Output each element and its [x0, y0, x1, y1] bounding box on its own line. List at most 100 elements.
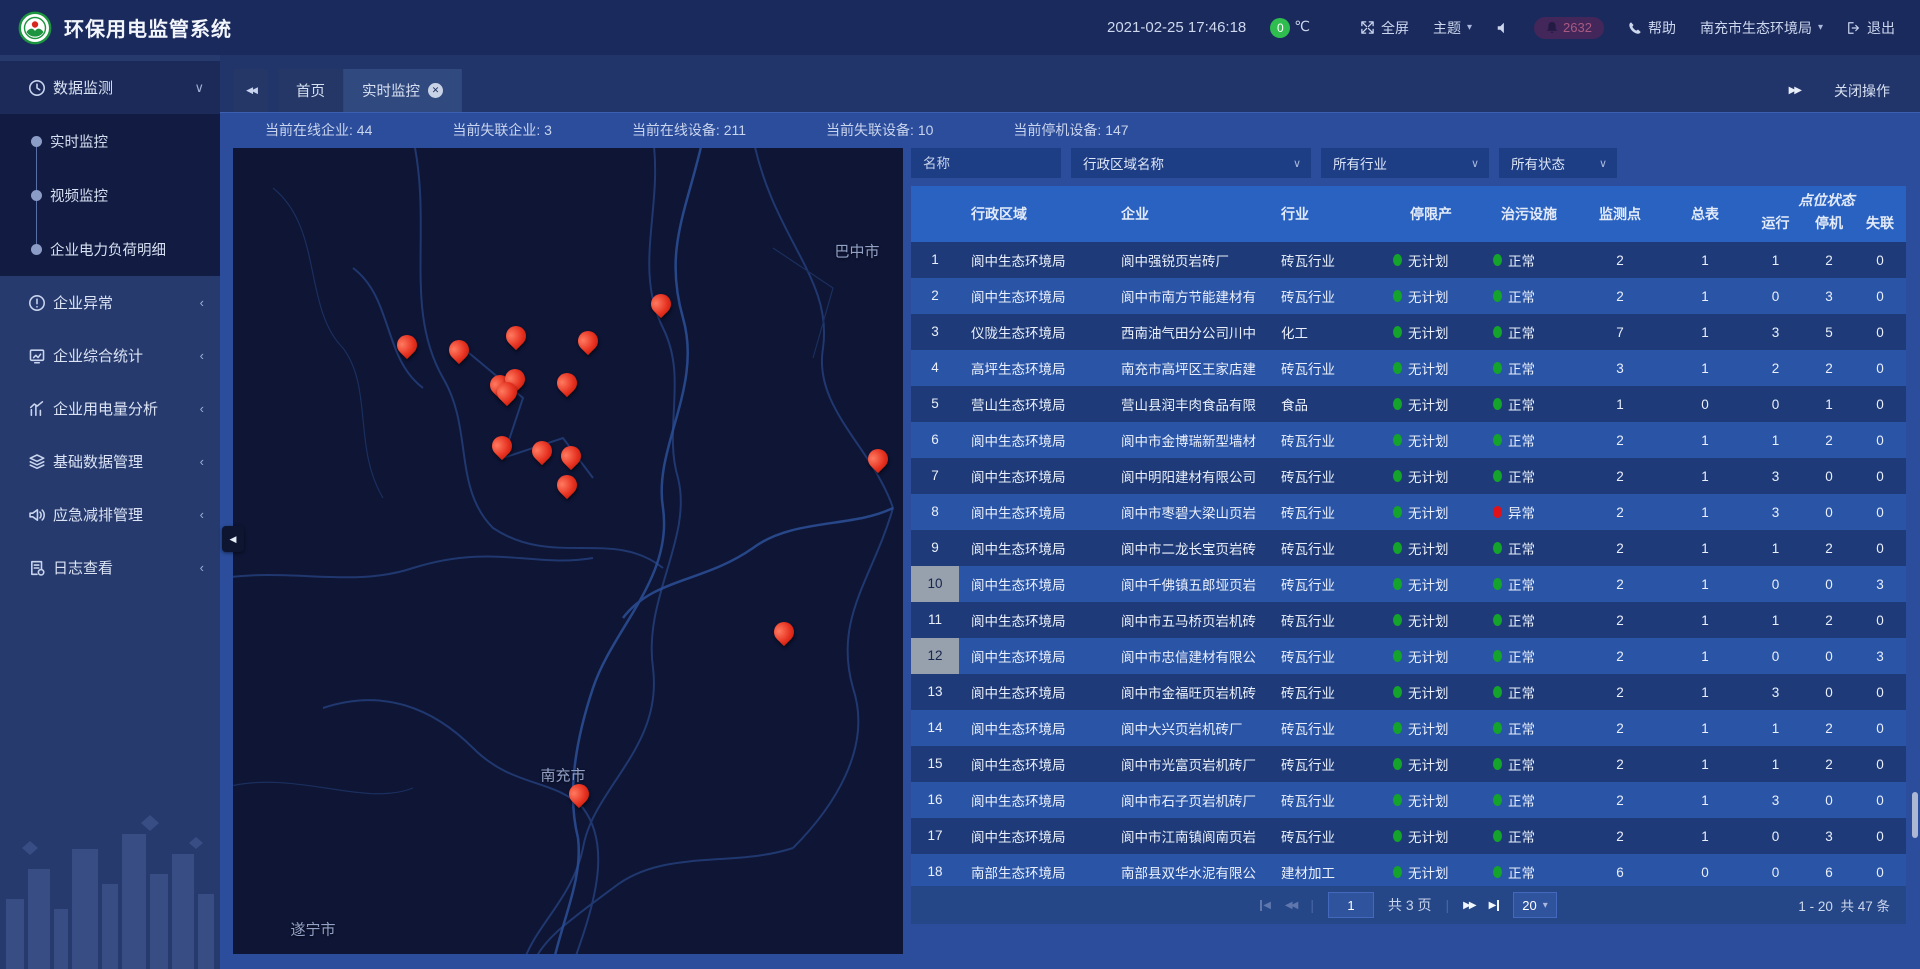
- next-page-button[interactable]: ▶▶: [1463, 900, 1474, 911]
- sidebar-item-base-data-management[interactable]: 基础数据管理 ‹: [0, 435, 220, 488]
- sound-toggle[interactable]: [1496, 21, 1510, 35]
- first-page-button[interactable]: ◀: [1260, 900, 1271, 911]
- row-index: 18: [911, 854, 959, 886]
- row-running: 1: [1747, 757, 1804, 772]
- row-pollution-facility: 正常: [1508, 826, 1535, 846]
- tab-home[interactable]: 首页: [278, 69, 344, 112]
- row-enterprise: 阆中大兴页岩机砖厂: [1109, 718, 1269, 738]
- sidebar-item-power-usage-analysis[interactable]: 企业用电量分析 ‹: [0, 382, 220, 435]
- tabs-scroll-left-button[interactable]: ◀◀: [234, 69, 268, 112]
- row-industry: 建材加工: [1269, 862, 1381, 882]
- sidebar: 数据监测 ∨ 实时监控 视频监控 企业电力负荷明细 企业异常 ‹ 企业综合统计 …: [0, 55, 220, 969]
- sidebar-item-log-view[interactable]: 日志查看 ‹: [0, 541, 220, 594]
- row-monitor-points: 2: [1577, 289, 1663, 304]
- sidebar-item-data-monitoring[interactable]: 数据监测 ∨: [0, 61, 220, 114]
- help-button[interactable]: 帮助: [1628, 18, 1676, 38]
- table-row[interactable]: 4 高坪生态环境局 南充市高坪区王家店建 砖瓦行业 无计划 正常 3 1 2 2…: [911, 350, 1906, 386]
- notification-badge[interactable]: 2632: [1534, 17, 1604, 39]
- col-running: 运行: [1747, 210, 1804, 233]
- region-select[interactable]: 行政区域名称 ∨: [1071, 148, 1311, 178]
- tab-realtime-monitoring[interactable]: 实时监控 ✕: [344, 69, 462, 112]
- row-stopped: 3: [1804, 289, 1854, 304]
- scrollbar-thumb[interactable]: [1912, 792, 1918, 838]
- table-row[interactable]: 16 阆中生态环境局 阆中市石子页岩机砖厂 砖瓦行业 无计划 正常 2 1 3 …: [911, 782, 1906, 818]
- exit-icon: [1847, 21, 1861, 35]
- sidebar-item-enterprise-statistics[interactable]: 企业综合统计 ‹: [0, 329, 220, 382]
- table-row[interactable]: 18 南部生态环境局 南部县双华水泥有限公 建材加工 无计划 正常 6 0 0 …: [911, 854, 1906, 886]
- page-number-input[interactable]: [1328, 892, 1374, 918]
- col-total-meter: 总表: [1663, 204, 1747, 224]
- sidebar-item-realtime-monitoring[interactable]: 实时监控: [0, 114, 220, 168]
- row-running: 1: [1747, 721, 1804, 736]
- table-row[interactable]: 6 阆中生态环境局 阆中市金博瑞新型墙材 砖瓦行业 无计划 正常 2 1 1 2…: [911, 422, 1906, 458]
- status-dot: [1493, 578, 1502, 590]
- close-operations-button[interactable]: 关闭操作: [1834, 81, 1890, 101]
- status-dot: [1393, 434, 1402, 446]
- table-row[interactable]: 7 阆中生态环境局 阆中明阳建材有限公司 砖瓦行业 无计划 正常 2 1 3 0…: [911, 458, 1906, 494]
- row-total-meter: 1: [1663, 613, 1747, 628]
- sidebar-item-emergency-reduction[interactable]: 应急减排管理 ‹: [0, 488, 220, 541]
- row-lost: 0: [1854, 325, 1906, 340]
- row-stopped: 6: [1804, 865, 1854, 880]
- table-row[interactable]: 8 阆中生态环境局 阆中市枣碧大梁山页岩 砖瓦行业 无计划 异常 2 1 3 0…: [911, 494, 1906, 530]
- table-body: 1 阆中生态环境局 阆中强锐页岩砖厂 砖瓦行业 无计划 正常 2 1 1 2 0…: [911, 242, 1906, 886]
- row-industry: 砖瓦行业: [1269, 430, 1381, 450]
- prev-page-button[interactable]: ◀◀: [1285, 900, 1296, 911]
- table-row[interactable]: 11 阆中生态环境局 阆中市五马桥页岩机砖 砖瓦行业 无计划 正常 2 1 1 …: [911, 602, 1906, 638]
- table-row[interactable]: 3 仪陇生态环境局 西南油气田分公司川中 化工 无计划 正常 7 1 3 5 0: [911, 314, 1906, 350]
- table-row[interactable]: 1 阆中生态环境局 阆中强锐页岩砖厂 砖瓦行业 无计划 正常 2 1 1 2 0: [911, 242, 1906, 278]
- sidebar-item-video-monitoring[interactable]: 视频监控: [0, 168, 220, 222]
- page-size-select[interactable]: 20 ▾: [1513, 892, 1557, 918]
- fullscreen-button[interactable]: 全屏: [1360, 18, 1409, 38]
- last-page-button[interactable]: ▶: [1489, 900, 1500, 911]
- row-running: 0: [1747, 577, 1804, 592]
- org-dropdown[interactable]: 南充市生态环境局▾: [1700, 18, 1823, 38]
- row-enterprise: 阆中市江南镇阆南页岩: [1109, 826, 1269, 846]
- table-row[interactable]: 9 阆中生态环境局 阆中市二龙长宝页岩砖 砖瓦行业 无计划 正常 2 1 1 2…: [911, 530, 1906, 566]
- city-skyline-watermark: [0, 779, 220, 969]
- row-total-meter: 1: [1663, 253, 1747, 268]
- row-lost: 0: [1854, 685, 1906, 700]
- row-enterprise: 营山县润丰肉食品有限: [1109, 394, 1269, 414]
- row-total-meter: 0: [1663, 397, 1747, 412]
- map-canvas[interactable]: 巴中市南充市遂宁市: [233, 148, 903, 954]
- name-search-input[interactable]: [911, 148, 1061, 178]
- row-pollution-facility: 正常: [1508, 610, 1535, 630]
- chevron-left-icon: ‹: [200, 507, 204, 522]
- tabs-scroll-right-button[interactable]: ▶▶: [1789, 85, 1800, 96]
- row-production-limit: 无计划: [1408, 250, 1449, 270]
- row-lost: 0: [1854, 505, 1906, 520]
- map-collapse-button[interactable]: ◀: [222, 526, 244, 552]
- industry-select[interactable]: 所有行业 ∨: [1321, 148, 1489, 178]
- table-row[interactable]: 12 阆中生态环境局 阆中市忠信建材有限公 砖瓦行业 无计划 正常 2 1 0 …: [911, 638, 1906, 674]
- row-region: 阆中生态环境局: [959, 646, 1109, 666]
- row-region: 阆中生态环境局: [959, 718, 1109, 738]
- sidebar-item-power-load-detail[interactable]: 企业电力负荷明细: [0, 222, 220, 276]
- table-row[interactable]: 2 阆中生态环境局 阆中市南方节能建材有 砖瓦行业 无计划 正常 2 1 0 3…: [911, 278, 1906, 314]
- datetime: 2021-02-25 17:46:18: [1107, 19, 1246, 36]
- col-monitor-points: 监测点: [1577, 204, 1663, 224]
- status-select[interactable]: 所有状态 ∨: [1499, 148, 1617, 178]
- status-dot: [1493, 470, 1502, 482]
- row-production-limit: 无计划: [1408, 862, 1449, 882]
- table-row[interactable]: 14 阆中生态环境局 阆中大兴页岩机砖厂 砖瓦行业 无计划 正常 2 1 1 2…: [911, 710, 1906, 746]
- table-row[interactable]: 15 阆中生态环境局 阆中市光富页岩机砖厂 砖瓦行业 无计划 正常 2 1 1 …: [911, 746, 1906, 782]
- row-region: 南部生态环境局: [959, 862, 1109, 882]
- theme-dropdown[interactable]: 主题▾: [1433, 18, 1472, 38]
- row-monitor-points: 2: [1577, 757, 1663, 772]
- table-row[interactable]: 17 阆中生态环境局 阆中市江南镇阆南页岩 砖瓦行业 无计划 正常 2 1 0 …: [911, 818, 1906, 854]
- status-dot: [1393, 398, 1402, 410]
- status-dot: [1493, 686, 1502, 698]
- close-tab-icon[interactable]: ✕: [428, 83, 443, 98]
- row-monitor-points: 2: [1577, 685, 1663, 700]
- stat-stopped-devices: 当前停机设备: 147: [1013, 120, 1128, 140]
- table-row[interactable]: 13 阆中生态环境局 阆中市金福旺页岩机砖 砖瓦行业 无计划 正常 2 1 3 …: [911, 674, 1906, 710]
- row-production-limit: 无计划: [1408, 502, 1449, 522]
- row-pollution-facility: 正常: [1508, 682, 1535, 702]
- logout-button[interactable]: 退出: [1847, 18, 1895, 38]
- table-row[interactable]: 5 营山生态环境局 营山县润丰肉食品有限 食品 无计划 正常 1 0 0 1 0: [911, 386, 1906, 422]
- sidebar-item-enterprise-abnormal[interactable]: 企业异常 ‹: [0, 276, 220, 329]
- chevron-down-icon: ∨: [194, 80, 204, 96]
- row-stopped: 1: [1804, 397, 1854, 412]
- table-row[interactable]: 10 阆中生态环境局 阆中千佛镇五郎垭页岩 砖瓦行业 无计划 正常 2 1 0 …: [911, 566, 1906, 602]
